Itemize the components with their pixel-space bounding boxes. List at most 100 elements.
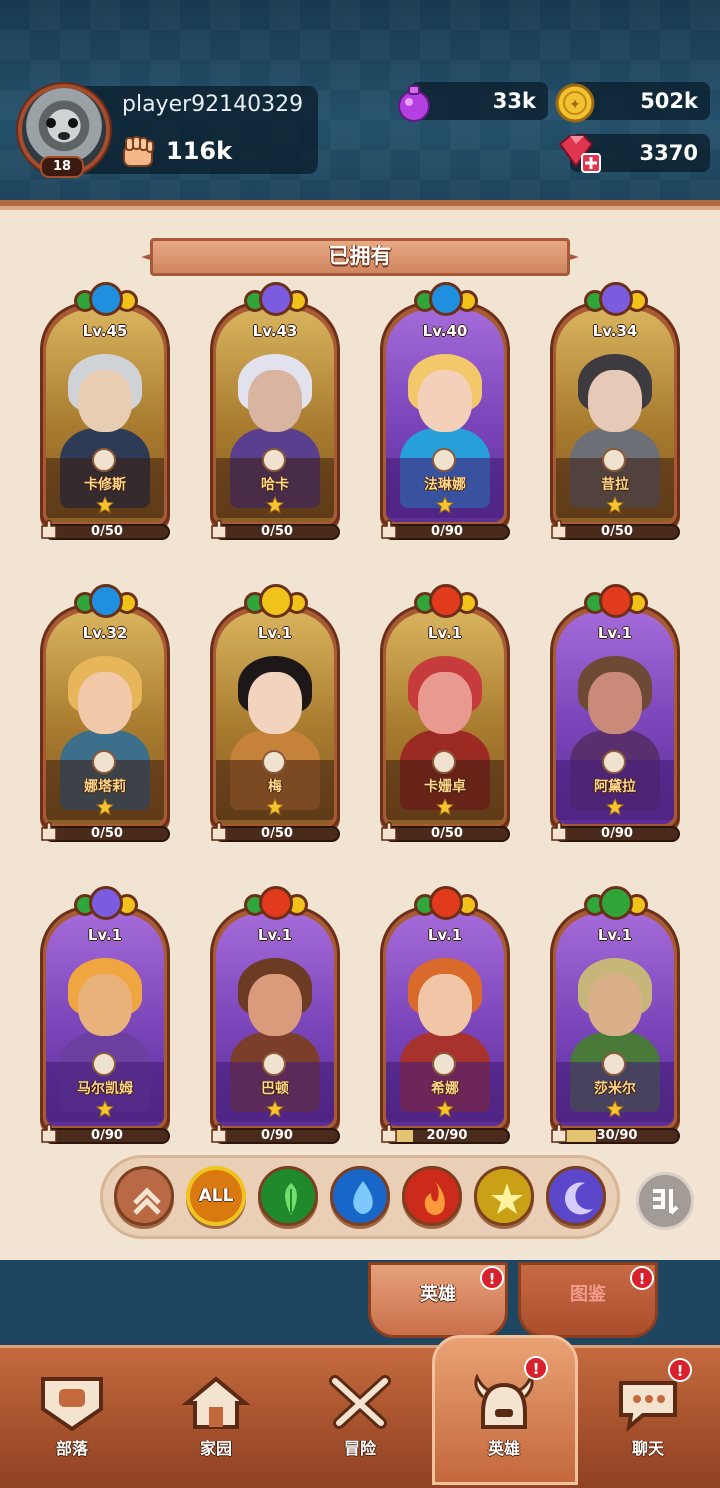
tab-heroes-label: 英雄 bbox=[420, 1284, 456, 1305]
hero-card[interactable]: Lv.1 希娜 20/90 bbox=[378, 886, 512, 1158]
hero-level: Lv.45 bbox=[82, 322, 128, 340]
nature-element-icon bbox=[599, 886, 633, 920]
star-icon bbox=[606, 1100, 624, 1118]
moon-element-icon bbox=[259, 282, 293, 316]
hero-card[interactable]: Lv.32 娜塔莉 0/50 bbox=[38, 584, 172, 856]
fire-element-icon bbox=[259, 886, 293, 920]
home-house-icon bbox=[181, 1376, 251, 1429]
star-icon bbox=[606, 798, 624, 816]
filter-rank-sort-button[interactable] bbox=[114, 1166, 174, 1226]
tab-heroes-alert-badge: ! bbox=[480, 1266, 504, 1290]
hero-card[interactable]: Lv.1 马尔凯姆 0/90 bbox=[38, 886, 172, 1158]
hero-level: Lv.32 bbox=[82, 624, 128, 642]
nav-home[interactable]: 家园 bbox=[144, 1345, 288, 1485]
hero-card[interactable]: Lv.1 莎米尔 30/90 bbox=[548, 886, 682, 1158]
role-icon bbox=[262, 750, 286, 774]
light-filter-icon bbox=[491, 1183, 523, 1214]
rank-sort-filter-icon bbox=[133, 1187, 161, 1215]
hero-level: Lv.34 bbox=[592, 322, 638, 340]
hero-card[interactable]: Lv.1 梅 0/50 bbox=[208, 584, 342, 856]
role-icon bbox=[262, 1052, 286, 1076]
hero-card[interactable]: Lv.40 法琳娜 0/90 bbox=[378, 282, 512, 554]
fragment-count: 0/90 bbox=[91, 1128, 123, 1143]
hero-card[interactable]: Lv.34 昔拉 0/50 bbox=[548, 282, 682, 554]
chat-bubble-icon bbox=[619, 1381, 677, 1433]
hero-card[interactable]: Lv.45 卡修斯 0/50 bbox=[38, 282, 172, 554]
role-icon bbox=[92, 448, 116, 472]
role-icon bbox=[602, 750, 626, 774]
moon-element-icon bbox=[599, 282, 633, 316]
star-icon bbox=[436, 798, 454, 816]
filter-moon-button[interactable] bbox=[546, 1166, 606, 1226]
hero-level: Lv.1 bbox=[87, 926, 123, 944]
hero-name: 卡修斯 bbox=[84, 477, 126, 493]
hero-card[interactable]: Lv.1 阿黛拉 0/90 bbox=[548, 584, 682, 856]
nav-heroes-label: 英雄 bbox=[487, 1439, 520, 1458]
hero-card[interactable]: Lv.43 哈卡 0/50 bbox=[208, 282, 342, 554]
fragment-count: 0/90 bbox=[431, 524, 463, 539]
hero-card[interactable]: Lv.1 巴顿 0/90 bbox=[208, 886, 342, 1158]
hero-name: 昔拉 bbox=[601, 477, 629, 493]
fire-element-icon bbox=[429, 584, 463, 618]
hero-level: Lv.43 bbox=[252, 322, 298, 340]
water-element-icon bbox=[89, 584, 123, 618]
gem-plus-icon[interactable] bbox=[554, 132, 602, 176]
nav-heroes[interactable]: 英雄 bbox=[432, 1345, 576, 1485]
filter-nature-button[interactable] bbox=[258, 1166, 318, 1226]
filter-light-button[interactable] bbox=[474, 1166, 534, 1226]
filter-all-button[interactable]: ALL bbox=[186, 1166, 246, 1226]
tribe-banner-icon bbox=[41, 1377, 103, 1432]
hero-name: 娜塔莉 bbox=[84, 779, 126, 795]
role-icon bbox=[432, 750, 456, 774]
nav-tribe[interactable]: 部落 bbox=[0, 1345, 144, 1485]
sort-icon bbox=[653, 1189, 679, 1215]
light-element-icon bbox=[259, 584, 293, 618]
role-icon bbox=[432, 448, 456, 472]
fragment-count: 0/50 bbox=[261, 524, 293, 539]
hero-card[interactable]: Lv.1 卡姗卓 0/50 bbox=[378, 584, 512, 856]
hero-level: Lv.1 bbox=[427, 624, 463, 642]
star-icon bbox=[96, 496, 114, 514]
hero-name: 法琳娜 bbox=[424, 477, 466, 493]
water-element-icon bbox=[429, 282, 463, 316]
fragment-count: 0/50 bbox=[431, 826, 463, 841]
sort-order-button[interactable] bbox=[636, 1172, 694, 1230]
star-icon bbox=[96, 1100, 114, 1118]
moon-element-icon bbox=[89, 886, 123, 920]
section-title: 已拥有 bbox=[328, 244, 392, 268]
filter-water-button[interactable] bbox=[330, 1166, 390, 1226]
role-icon bbox=[602, 1052, 626, 1076]
star-icon bbox=[96, 798, 114, 816]
fragment-count: 0/50 bbox=[91, 826, 123, 841]
hero-level: Lv.1 bbox=[597, 624, 633, 642]
nav-chat-alert-badge: ! bbox=[668, 1358, 692, 1382]
viking-helmet-icon bbox=[474, 1373, 534, 1429]
svg-text:✦: ✦ bbox=[569, 97, 581, 113]
fire-filter-icon bbox=[424, 1181, 445, 1215]
filter-fire-button[interactable] bbox=[402, 1166, 462, 1226]
star-icon bbox=[606, 496, 624, 514]
nav-home-label: 家园 bbox=[199, 1439, 232, 1458]
nav-tribe-label: 部落 bbox=[55, 1439, 88, 1458]
hero-level: Lv.1 bbox=[257, 926, 293, 944]
nav-adventure[interactable]: 冒险 bbox=[288, 1345, 432, 1485]
role-icon bbox=[92, 750, 116, 774]
nav-heroes-alert-badge: ! bbox=[524, 1356, 548, 1380]
tab-codex-label: 图鉴 bbox=[570, 1284, 606, 1305]
star-icon bbox=[266, 496, 284, 514]
fire-element-icon bbox=[429, 886, 463, 920]
role-icon bbox=[262, 448, 286, 472]
player-level-badge: 18 bbox=[40, 156, 84, 178]
fragment-count: 30/90 bbox=[596, 1128, 638, 1143]
star-icon bbox=[266, 1100, 284, 1118]
fragment-count: 0/50 bbox=[261, 826, 293, 841]
moon-filter-icon bbox=[564, 1182, 593, 1215]
hero-level: Lv.1 bbox=[427, 926, 463, 944]
hero-name: 卡姗卓 bbox=[424, 779, 466, 795]
hero-level: Lv.1 bbox=[257, 624, 293, 642]
fragment-count: 0/50 bbox=[91, 524, 123, 539]
fragment-count: 0/90 bbox=[261, 1128, 293, 1143]
nav-chat[interactable]: 聊天 bbox=[576, 1345, 720, 1485]
role-icon bbox=[602, 448, 626, 472]
fragment-count: 0/90 bbox=[601, 826, 633, 841]
